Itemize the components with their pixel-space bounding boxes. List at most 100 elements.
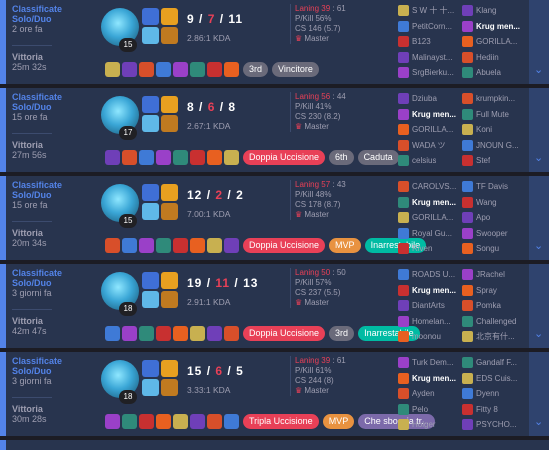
player-name[interactable]: Krug men...	[412, 110, 456, 119]
item-icon[interactable]	[173, 62, 188, 77]
expand-button[interactable]: ⌄	[529, 88, 549, 172]
player-name[interactable]: Krug men...	[412, 198, 456, 207]
player-name[interactable]: JRachel	[476, 270, 505, 279]
item-icon[interactable]	[156, 62, 171, 77]
item-icon[interactable]	[105, 238, 120, 253]
item-icon[interactable]	[139, 150, 154, 165]
player-name[interactable]: EDS Cuis...	[476, 374, 517, 383]
player-row[interactable]: Stef	[462, 153, 530, 169]
player-row[interactable]: Royal Gu...	[398, 226, 466, 242]
player-name[interactable]: CAROLVS...	[412, 182, 456, 191]
item-icon[interactable]	[122, 414, 137, 429]
player-name[interactable]: GORILLA...	[412, 125, 453, 134]
player-row[interactable]: Challenged	[462, 314, 530, 330]
player-row[interactable]: Full Mute	[462, 107, 530, 123]
item-icon[interactable]	[173, 414, 188, 429]
player-row[interactable]: GORILLA...	[398, 210, 466, 226]
match-card[interactable]: Classificate Solo/Duo 15 ore fa Vittoria 20…	[0, 176, 549, 260]
player-row[interactable]: krumpkin...	[462, 91, 530, 107]
item-icon[interactable]	[190, 150, 205, 165]
player-name[interactable]: Riven	[412, 244, 432, 253]
player-row[interactable]: PSYCHO...	[462, 417, 530, 433]
item-icon[interactable]	[105, 414, 120, 429]
rune-icon[interactable]	[161, 203, 178, 220]
player-name[interactable]: DiantArts	[412, 301, 445, 310]
player-name[interactable]: Songu	[476, 244, 499, 253]
item-icon[interactable]	[173, 150, 188, 165]
item-icon[interactable]	[105, 326, 120, 341]
player-name[interactable]: JNOUN G...	[476, 141, 519, 150]
item-icon[interactable]	[156, 150, 171, 165]
player-name[interactable]: Royal Gu...	[412, 229, 452, 238]
player-row[interactable]: Koni	[462, 122, 530, 138]
player-row[interactable]: Pomka	[462, 298, 530, 314]
player-row[interactable]: Dziuba	[398, 91, 466, 107]
item-icon[interactable]	[105, 62, 120, 77]
player-row[interactable]: TF Davis	[462, 179, 530, 195]
player-row[interactable]: Swooper	[462, 226, 530, 242]
item-icon[interactable]	[207, 326, 222, 341]
item-icon[interactable]	[105, 150, 120, 165]
player-name[interactable]: Abuela	[476, 68, 501, 77]
player-row[interactable]: Gandalf F...	[462, 355, 530, 371]
player-name[interactable]: Krug men...	[412, 374, 456, 383]
player-name[interactable]: Fitty 8	[476, 405, 498, 414]
player-row[interactable]: Krug men...	[398, 371, 466, 387]
player-row[interactable]: celsius	[398, 153, 466, 169]
summoner-spell-icon[interactable]	[161, 96, 178, 113]
player-row[interactable]: Malinayst...	[398, 50, 466, 66]
player-row[interactable]: Hediin	[462, 50, 530, 66]
player-name[interactable]: Wang	[476, 198, 497, 207]
rune-icon[interactable]	[142, 115, 159, 132]
player-row[interactable]: SrgBierku...	[398, 65, 466, 81]
player-name[interactable]: Krug men...	[412, 286, 456, 295]
match-card[interactable]: Classificate Solo/Duo 15 ore fa Vittoria 27…	[0, 88, 549, 172]
player-row[interactable]: Riven	[398, 241, 466, 257]
expand-button[interactable]: ⌄	[529, 176, 549, 260]
item-icon[interactable]	[122, 150, 137, 165]
player-name[interactable]: Challenged	[476, 317, 516, 326]
item-icon[interactable]	[207, 414, 222, 429]
player-row[interactable]: ROADS U...	[398, 267, 466, 283]
match-card[interactable]: Classificate Solo/Duo 3 giorni fa Vittoria…	[0, 352, 549, 436]
item-icon[interactable]	[207, 150, 222, 165]
player-row[interactable]: Krug men...	[398, 195, 466, 211]
player-row[interactable]: Wang	[462, 195, 530, 211]
item-icon[interactable]	[190, 414, 205, 429]
player-row[interactable]: Abuela	[462, 65, 530, 81]
item-icon[interactable]	[190, 238, 205, 253]
player-name[interactable]: Malinayst...	[412, 53, 452, 62]
player-name[interactable]: Gandalf F...	[476, 358, 517, 367]
item-icon[interactable]	[224, 150, 239, 165]
item-icon[interactable]	[139, 62, 154, 77]
rune-icon[interactable]	[142, 291, 159, 308]
rune-icon[interactable]	[161, 379, 178, 396]
player-row[interactable]: moonou	[398, 329, 466, 345]
player-name[interactable]: B123	[412, 37, 431, 46]
item-icon[interactable]	[156, 238, 171, 253]
summoner-spell-icon[interactable]	[142, 96, 159, 113]
match-card-partial[interactable]	[0, 440, 549, 450]
player-name[interactable]: WADA ツ	[412, 140, 445, 151]
player-name[interactable]: Krug men...	[476, 22, 520, 31]
player-name[interactable]: Spray	[476, 286, 497, 295]
player-row[interactable]: Krug men...	[398, 107, 466, 123]
player-row[interactable]: S W 十 十...	[398, 3, 466, 19]
player-row[interactable]: Dyenn	[462, 386, 530, 402]
item-icon[interactable]	[224, 326, 239, 341]
player-name[interactable]: 北京有什...	[476, 331, 515, 342]
player-row[interactable]: Songu	[462, 241, 530, 257]
player-name[interactable]: Turk Dem...	[412, 358, 453, 367]
player-name[interactable]: Apo	[476, 213, 490, 222]
player-row[interactable]: Fitty 8	[462, 402, 530, 418]
expand-button[interactable]: ⌄	[529, 0, 549, 84]
summoner-spell-icon[interactable]	[142, 272, 159, 289]
player-row[interactable]: WADA ツ	[398, 138, 466, 154]
player-row[interactable]: Spray	[462, 283, 530, 299]
player-name[interactable]: Stef	[476, 156, 490, 165]
player-row[interactable]: Holger	[398, 417, 466, 433]
summoner-spell-icon[interactable]	[161, 272, 178, 289]
player-name[interactable]: celsius	[412, 156, 436, 165]
item-icon[interactable]	[122, 326, 137, 341]
summoner-spell-icon[interactable]	[161, 184, 178, 201]
